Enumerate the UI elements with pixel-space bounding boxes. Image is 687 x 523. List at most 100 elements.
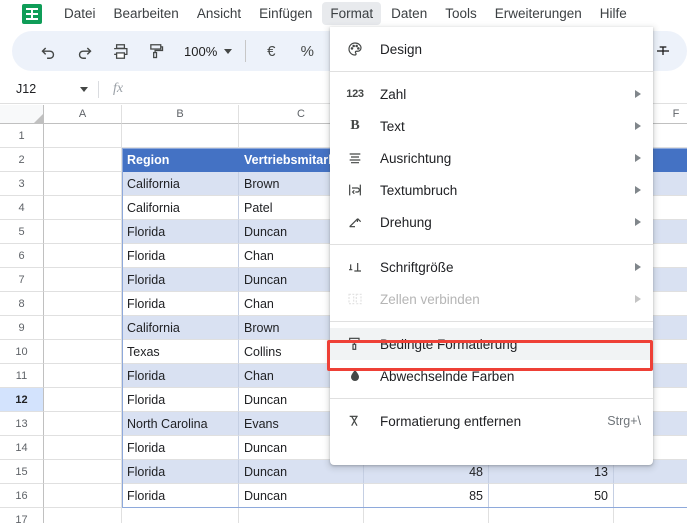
cell-B3[interactable]: California bbox=[122, 172, 239, 196]
cell-A7[interactable] bbox=[44, 268, 122, 292]
row-header-3[interactable]: 3 bbox=[0, 172, 44, 196]
cell-A15[interactable] bbox=[44, 460, 122, 484]
menu-item-label: Text bbox=[380, 118, 405, 134]
zoom-selector[interactable]: 100% bbox=[174, 37, 238, 65]
cell-A14[interactable] bbox=[44, 436, 122, 460]
row-header-7[interactable]: 7 bbox=[0, 268, 44, 292]
menu-item-formatierung-entfernen[interactable]: Formatierung entfernen Strg+\ bbox=[330, 405, 653, 437]
menu-hilfe[interactable]: Hilfe bbox=[592, 2, 635, 25]
cell-E17[interactable] bbox=[489, 508, 614, 523]
font-size-icon bbox=[344, 259, 366, 275]
cell-B15[interactable]: Florida bbox=[122, 460, 239, 484]
menu-item-ausrichtung[interactable]: Ausrichtung bbox=[330, 142, 653, 174]
menu-item-drehung[interactable]: Drehung bbox=[330, 206, 653, 238]
menu-ansicht[interactable]: Ansicht bbox=[189, 2, 249, 25]
row-header-9[interactable]: 9 bbox=[0, 316, 44, 340]
cell-A8[interactable] bbox=[44, 292, 122, 316]
menu-item-schriftgr-e[interactable]: Schriftgröße bbox=[330, 251, 653, 283]
cell-A9[interactable] bbox=[44, 316, 122, 340]
cell-A4[interactable] bbox=[44, 196, 122, 220]
cell-A13[interactable] bbox=[44, 412, 122, 436]
merge-cells-icon bbox=[344, 291, 366, 307]
cell-E16[interactable]: 50 bbox=[489, 484, 614, 508]
row-header-10[interactable]: 10 bbox=[0, 340, 44, 364]
menu-item-label: Zahl bbox=[380, 86, 407, 102]
cell-B14[interactable]: Florida bbox=[122, 436, 239, 460]
print-icon[interactable] bbox=[105, 36, 135, 66]
column-header-B[interactable]: B bbox=[122, 105, 239, 124]
row-header-14[interactable]: 14 bbox=[0, 436, 44, 460]
menu-item-zahl[interactable]: 123 Zahl bbox=[330, 78, 653, 110]
submenu-arrow-icon bbox=[635, 263, 641, 271]
menu-bar: Datei Bearbeiten Ansicht Einfügen Format Date… bbox=[0, 0, 687, 27]
redo-icon[interactable] bbox=[69, 36, 99, 66]
menu-bearbeiten[interactable]: Bearbeiten bbox=[106, 2, 187, 25]
text-rotation-icon bbox=[344, 214, 366, 230]
menu-item-text[interactable]: B Text bbox=[330, 110, 653, 142]
menu-item-design[interactable]: Design bbox=[330, 33, 653, 65]
row-header-2[interactable]: 2 bbox=[0, 148, 44, 172]
row-header-13[interactable]: 13 bbox=[0, 412, 44, 436]
cell-B2[interactable]: Region bbox=[122, 148, 239, 172]
menu-item-textumbruch[interactable]: Textumbruch bbox=[330, 174, 653, 206]
menu-einfügen[interactable]: Einfügen bbox=[251, 2, 320, 25]
menu-item-bedingte-formatierung[interactable]: Bedingte Formatierung bbox=[330, 328, 653, 360]
row-header-8[interactable]: 8 bbox=[0, 292, 44, 316]
cell-C16[interactable]: Duncan bbox=[239, 484, 364, 508]
cell-C17[interactable] bbox=[239, 508, 364, 523]
cell-A5[interactable] bbox=[44, 220, 122, 244]
percent-format-icon[interactable]: % bbox=[292, 36, 322, 66]
clear-format-icon bbox=[344, 413, 366, 429]
row-header-5[interactable]: 5 bbox=[0, 220, 44, 244]
format-menu-dropdown: Design 123 Zahl B Text Ausrichtung Textumbruch… bbox=[330, 27, 653, 465]
menu-daten[interactable]: Daten bbox=[383, 2, 435, 25]
cell-B16[interactable]: Florida bbox=[122, 484, 239, 508]
row-header-15[interactable]: 15 bbox=[0, 460, 44, 484]
cell-D17[interactable] bbox=[364, 508, 489, 523]
cell-A1[interactable] bbox=[44, 124, 122, 148]
cell-B13[interactable]: North Carolina bbox=[122, 412, 239, 436]
menu-tools[interactable]: Tools bbox=[437, 2, 485, 25]
row-header-11[interactable]: 11 bbox=[0, 364, 44, 388]
column-header-A[interactable]: A bbox=[44, 105, 122, 124]
cell-B12[interactable]: Florida bbox=[122, 388, 239, 412]
cell-A11[interactable] bbox=[44, 364, 122, 388]
menu-format[interactable]: Format bbox=[322, 2, 382, 25]
cell-B10[interactable]: Texas bbox=[122, 340, 239, 364]
cell-A17[interactable] bbox=[44, 508, 122, 523]
menu-item-abwechselnde-farben[interactable]: Abwechselnde Farben bbox=[330, 360, 653, 392]
paint-format-icon[interactable] bbox=[141, 36, 171, 66]
cell-D16[interactable]: 85 bbox=[364, 484, 489, 508]
row-header-1[interactable]: 1 bbox=[0, 124, 44, 148]
cell-B1[interactable] bbox=[122, 124, 239, 148]
cell-A12[interactable] bbox=[44, 388, 122, 412]
row-header-6[interactable]: 6 bbox=[0, 244, 44, 268]
cell-B4[interactable]: California bbox=[122, 196, 239, 220]
cell-B5[interactable]: Florida bbox=[122, 220, 239, 244]
row-header-4[interactable]: 4 bbox=[0, 196, 44, 220]
cell-B11[interactable]: Florida bbox=[122, 364, 239, 388]
menu-item-label: Bedingte Formatierung bbox=[380, 336, 518, 352]
select-all-corner[interactable] bbox=[0, 105, 44, 124]
cell-B7[interactable]: Florida bbox=[122, 268, 239, 292]
menu-erweiterungen[interactable]: Erweiterungen bbox=[487, 2, 590, 25]
cell-B6[interactable]: Florida bbox=[122, 244, 239, 268]
name-box[interactable]: J12 bbox=[0, 75, 98, 103]
currency-format-icon[interactable]: € bbox=[256, 36, 286, 66]
cell-B17[interactable] bbox=[122, 508, 239, 523]
cell-B8[interactable]: Florida bbox=[122, 292, 239, 316]
row-header-12[interactable]: 12 bbox=[0, 388, 44, 412]
cell-A2[interactable] bbox=[44, 148, 122, 172]
menu-item-label: Drehung bbox=[380, 214, 432, 230]
cell-A16[interactable] bbox=[44, 484, 122, 508]
cell-A3[interactable] bbox=[44, 172, 122, 196]
row-header-17[interactable]: 17 bbox=[0, 508, 44, 523]
cell-B9[interactable]: California bbox=[122, 316, 239, 340]
row-header-16[interactable]: 16 bbox=[0, 484, 44, 508]
menu-datei[interactable]: Datei bbox=[56, 2, 104, 25]
vertical-scrollbar[interactable] bbox=[676, 105, 687, 523]
undo-icon[interactable] bbox=[33, 36, 63, 66]
cell-A10[interactable] bbox=[44, 340, 122, 364]
alternating-colors-icon bbox=[344, 368, 366, 384]
cell-A6[interactable] bbox=[44, 244, 122, 268]
